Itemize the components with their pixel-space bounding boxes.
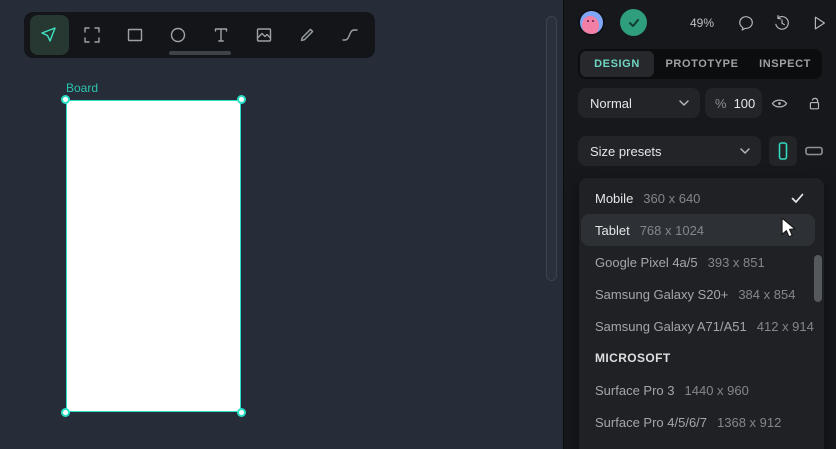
selection-handle-bottom-left[interactable] xyxy=(61,408,70,417)
tab-design[interactable]: DESIGN xyxy=(580,51,654,77)
size-presets-dropdown: Mobile 360 x 640 Tablet 768 x 1024 Googl… xyxy=(579,178,824,449)
orientation-landscape-button[interactable] xyxy=(800,136,828,166)
ellipse-icon xyxy=(170,27,186,43)
visibility-toggle[interactable] xyxy=(767,91,791,115)
preset-item-mobile[interactable]: Mobile 360 x 640 xyxy=(579,182,824,214)
toolbar-drag-handle[interactable] xyxy=(168,51,231,55)
preset-section-microsoft: MICROSOFT xyxy=(595,351,671,365)
size-presets-select[interactable]: Size presets xyxy=(578,136,761,166)
saved-check-icon xyxy=(628,18,639,27)
chevron-down-icon xyxy=(678,99,690,107)
selection-handle-bottom-right[interactable] xyxy=(237,408,246,417)
preset-item-remarkable[interactable]: ReMarkable xyxy=(579,438,824,449)
avatar-eye xyxy=(587,20,589,22)
canvas-scrollbar[interactable] xyxy=(546,16,557,281)
portrait-icon xyxy=(778,142,788,160)
check-icon xyxy=(791,193,804,204)
board-tool-button[interactable] xyxy=(72,15,112,55)
dropdown-scrollbar-thumb[interactable] xyxy=(814,255,822,302)
zoom-level[interactable]: 49% xyxy=(682,16,722,30)
cursor-arrow-icon xyxy=(41,27,57,42)
avatar[interactable] xyxy=(578,9,605,36)
eye-icon xyxy=(771,98,787,108)
tab-prototype[interactable]: PROTOTYPE xyxy=(654,51,750,77)
history-icon xyxy=(775,15,789,30)
avatar-eye xyxy=(592,20,594,22)
board-frame[interactable] xyxy=(61,95,246,417)
text-tool-button[interactable] xyxy=(201,15,241,55)
curve-icon xyxy=(341,29,358,41)
panel-tabbar: DESIGN PROTOTYPE INSPECT xyxy=(578,49,822,79)
size-presets-label: Size presets xyxy=(590,143,662,159)
selection-handle-top-right[interactable] xyxy=(237,95,246,104)
pencil-tool-button[interactable] xyxy=(287,15,327,55)
path-tool-button[interactable] xyxy=(330,15,370,55)
selection-handle-top-left[interactable] xyxy=(61,95,70,104)
blend-mode-select[interactable]: Normal xyxy=(578,88,700,118)
history-button[interactable] xyxy=(770,11,794,35)
preset-item-google-pixel[interactable]: Google Pixel 4a/5 393 x 851 xyxy=(579,246,824,278)
avatar-face xyxy=(582,16,599,34)
opacity-value: 100 xyxy=(733,95,756,111)
artboard-icon xyxy=(84,27,101,43)
pencil-icon xyxy=(300,28,313,42)
blend-mode-value: Normal xyxy=(590,95,632,111)
chevron-down-icon xyxy=(739,147,751,155)
preset-item-surface-pro-3[interactable]: Surface Pro 3 1440 x 960 xyxy=(579,374,824,406)
canvas-area[interactable]: Board xyxy=(0,0,563,449)
saved-status-badge[interactable] xyxy=(620,9,647,36)
right-panel: 49% DESIGN PROTOTYPE INSPECT Normal % 10… xyxy=(563,0,836,449)
percent-symbol: % xyxy=(715,95,727,111)
rectangle-icon xyxy=(127,28,143,42)
present-button[interactable] xyxy=(807,11,831,35)
board-label[interactable]: Board xyxy=(66,81,98,95)
orientation-portrait-button[interactable] xyxy=(769,136,797,166)
text-icon xyxy=(214,28,228,42)
image-icon xyxy=(256,28,272,42)
toolbar xyxy=(24,12,375,58)
image-tool-button[interactable] xyxy=(244,15,284,55)
preset-item-galaxy-a71[interactable]: Samsung Galaxy A71/A51 412 x 914 xyxy=(579,310,824,342)
preset-item-surface-pro-4567[interactable]: Surface Pro 4/5/6/7 1368 x 912 xyxy=(579,406,824,438)
comment-icon xyxy=(739,16,753,31)
play-icon xyxy=(814,16,825,30)
rectangle-tool-button[interactable] xyxy=(115,15,155,55)
tab-inspect[interactable]: INSPECT xyxy=(750,51,820,77)
app-root: Board 49% DESIGN PROTOTYPE INSPECT Norma… xyxy=(0,0,836,449)
lock-toggle[interactable] xyxy=(802,91,826,115)
preset-item-galaxy-s20[interactable]: Samsung Galaxy S20+ 384 x 854 xyxy=(579,278,824,310)
opacity-input[interactable]: % 100 xyxy=(705,88,762,118)
comment-button[interactable] xyxy=(734,11,758,35)
unlock-icon xyxy=(809,97,820,110)
landscape-icon xyxy=(805,146,823,156)
ellipse-tool-button[interactable] xyxy=(158,15,198,55)
preset-item-tablet[interactable]: Tablet 768 x 1024 xyxy=(581,214,815,246)
select-tool-button[interactable] xyxy=(29,15,70,55)
